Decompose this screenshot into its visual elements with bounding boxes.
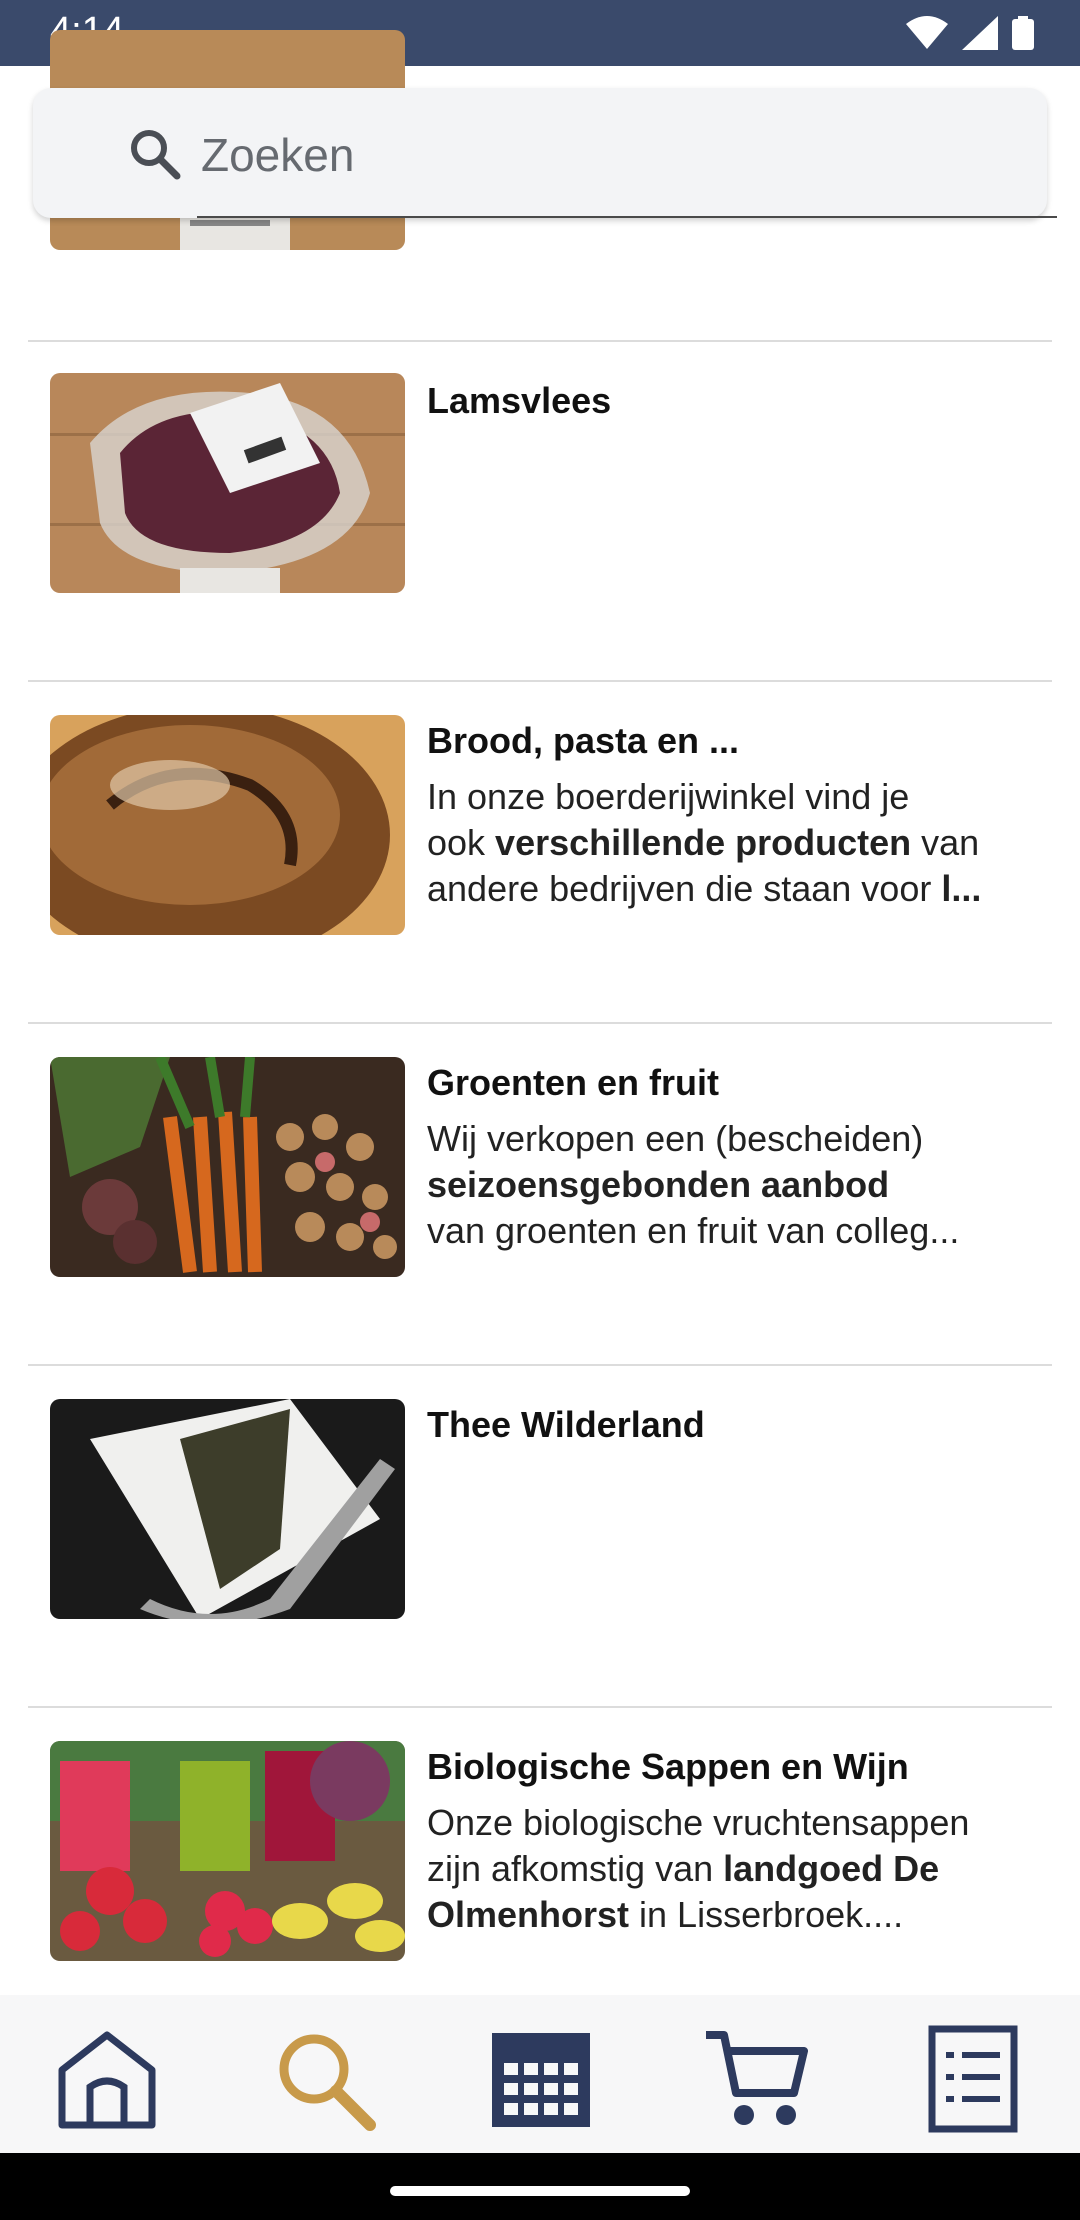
item-title: Lamsvlees — [427, 380, 612, 421]
product-image — [50, 1741, 405, 1961]
search-icon — [131, 130, 181, 180]
nav-search[interactable] — [270, 2025, 380, 2135]
gesture-bar — [0, 2153, 1080, 2220]
nav-list[interactable] — [918, 2025, 1028, 2135]
product-image — [50, 373, 405, 593]
list-item[interactable]: Groenten en fruit Wij verkopen een (besc… — [28, 1024, 1052, 1366]
list-item[interactable]: Biologische Sappen en Wijn Onze biologis… — [28, 1708, 1052, 2000]
search-bar[interactable] — [33, 88, 1057, 218]
product-image — [50, 1399, 405, 1619]
item-title: Groenten en fruit — [427, 1062, 720, 1103]
list-item[interactable]: Lamsvlees — [28, 340, 1052, 682]
list-icon — [928, 2025, 1018, 2133]
product-image — [50, 1057, 405, 1277]
bottom-navigation — [0, 1995, 1080, 2153]
calendar-icon — [492, 2033, 590, 2127]
home-gesture-handle[interactable] — [390, 2186, 690, 2196]
item-description: In onze boerderijwinkel vind je ook vers… — [427, 776, 982, 909]
item-description: Wij verkopen een (bescheiden) seizoensge… — [427, 1118, 960, 1251]
item-title: Biologische Sappen en Wijn — [427, 1746, 909, 1787]
item-title: Brood, pasta en ... — [427, 720, 740, 761]
list-item[interactable]: Thee Wilderland — [28, 1366, 1052, 1708]
home-icon — [58, 2031, 156, 2129]
nav-calendar[interactable] — [486, 2025, 596, 2135]
search-icon — [279, 2034, 376, 2131]
item-description: Onze biologische vruchtensappen zijn afk… — [427, 1802, 970, 1935]
search-underline — [197, 216, 1057, 218]
nav-cart[interactable] — [702, 2025, 812, 2135]
search-input[interactable] — [199, 124, 1033, 186]
item-title: Thee Wilderland — [427, 1404, 705, 1445]
product-image — [50, 715, 405, 935]
nav-home[interactable] — [52, 2025, 162, 2135]
list-item[interactable]: Brood, pasta en ... In onze boerderijwin… — [28, 682, 1052, 1024]
cart-icon — [706, 2031, 808, 2125]
product-list[interactable]: Lamsvlees Brood, pasta en ... In onze bo… — [0, 0, 1080, 2000]
